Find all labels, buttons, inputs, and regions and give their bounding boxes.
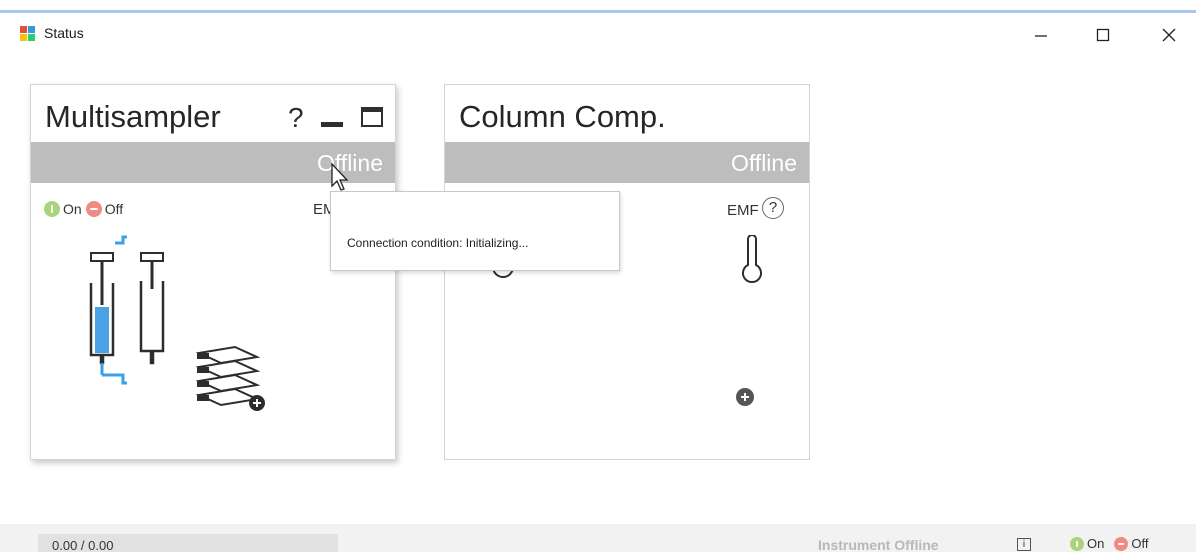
off-label: Off	[104, 201, 124, 217]
sample-trays-icon	[195, 345, 265, 411]
module-status-bar: Offline	[445, 142, 809, 183]
emf-label[interactable]: EMF	[727, 202, 759, 219]
minimize-icon	[1035, 35, 1047, 37]
on-label: On	[1087, 536, 1105, 551]
app-icon	[20, 26, 35, 41]
maximize-button[interactable]	[1088, 22, 1118, 48]
title-bar: Status	[0, 14, 1196, 58]
syringe-icon	[89, 235, 165, 385]
instrument-on-off-controls: On Off	[1070, 536, 1152, 551]
thermometer-icon	[742, 235, 762, 284]
bottom-status-bar: 0.00 / 0.00 Instrument Offline i On Off	[0, 524, 1196, 552]
info-icon[interactable]: i	[1017, 538, 1031, 551]
add-icon[interactable]	[735, 387, 755, 407]
connection-tooltip: Connection condition: Initializing...	[330, 191, 620, 271]
off-icon[interactable]	[85, 201, 102, 217]
on-icon[interactable]	[1070, 536, 1084, 551]
on-off-controls: On Off	[44, 201, 127, 217]
on-icon[interactable]	[44, 201, 60, 217]
close-icon	[1162, 28, 1176, 42]
column-comp-module-card[interactable]: Column Comp. Offline EMF ?	[444, 84, 810, 460]
minimize-module-button[interactable]	[321, 122, 343, 127]
instrument-status: Instrument Offline	[818, 537, 939, 552]
maximize-module-button[interactable]	[361, 107, 383, 127]
window-title: Status	[44, 25, 84, 41]
module-title: Multisampler	[45, 99, 221, 134]
help-button[interactable]: ?	[288, 102, 304, 134]
multisampler-module-card[interactable]: Multisampler ? Offline On Off EMF	[30, 84, 396, 460]
on-label: On	[63, 201, 82, 217]
cursor-icon	[331, 162, 349, 191]
off-label: Off	[1131, 536, 1149, 551]
status-text: Offline	[730, 150, 797, 176]
off-icon[interactable]	[1114, 536, 1129, 551]
tooltip-text: Connection condition: Initializing...	[347, 236, 529, 250]
module-title: Column Comp.	[459, 99, 666, 134]
minimize-button[interactable]	[1026, 22, 1056, 48]
maximize-icon	[1096, 28, 1110, 42]
window-top-accent	[0, 10, 1196, 13]
progress-text: 0.00 / 0.00	[52, 538, 114, 552]
close-button[interactable]	[1154, 22, 1184, 48]
help-icon[interactable]: ?	[762, 197, 784, 219]
